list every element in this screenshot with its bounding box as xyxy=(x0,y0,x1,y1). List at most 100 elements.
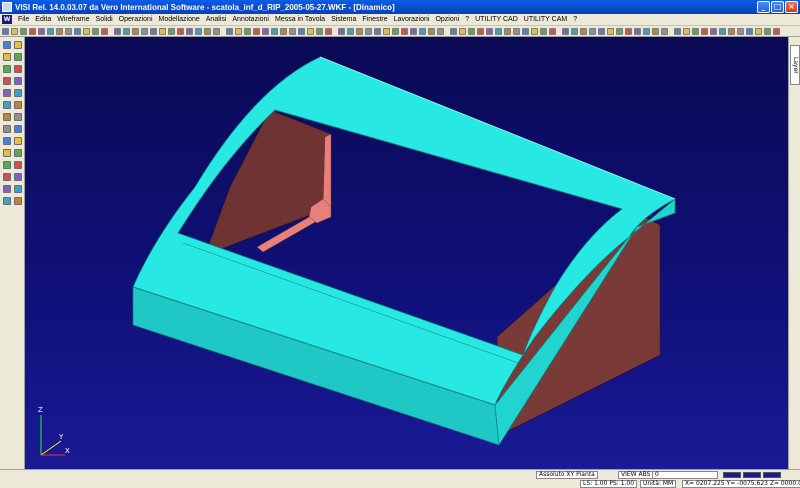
toolbar-tool-icon[interactable] xyxy=(522,27,529,35)
toolbar-tool-icon[interactable] xyxy=(56,27,63,35)
toolbar-tool-icon[interactable] xyxy=(764,27,771,35)
toolbar-tool-icon[interactable] xyxy=(450,27,457,35)
toolbar-tool-icon[interactable] xyxy=(325,27,332,35)
toolbar-tool-icon[interactable] xyxy=(280,27,287,35)
menu-sistema[interactable]: Sistema xyxy=(328,16,359,23)
status-layer[interactable]: 0 xyxy=(652,471,718,479)
side-tool-icon[interactable] xyxy=(3,77,11,85)
side-tool-icon[interactable] xyxy=(3,113,11,121)
toolbar-tool-icon[interactable] xyxy=(737,27,744,35)
toolbar-tool-icon[interactable] xyxy=(159,27,166,35)
toolbar-tool-icon[interactable] xyxy=(20,27,27,35)
side-tool-icon[interactable] xyxy=(3,125,11,133)
toolbar-tool-icon[interactable] xyxy=(150,27,157,35)
toolbar-tool-icon[interactable] xyxy=(495,27,502,35)
toolbar-tool-icon[interactable] xyxy=(625,27,632,35)
toolbar-tool-icon[interactable] xyxy=(468,27,475,35)
toolbar-tool-icon[interactable] xyxy=(719,27,726,35)
toolbar-tool-icon[interactable] xyxy=(504,27,511,35)
toolbar-tool-icon[interactable] xyxy=(374,27,381,35)
toolbar-tool-icon[interactable] xyxy=(428,27,435,35)
menu-wireframe[interactable]: Wireframe xyxy=(54,16,92,23)
side-tool-icon[interactable] xyxy=(14,65,22,73)
toolbar-tool-icon[interactable] xyxy=(186,27,193,35)
toolbar-tool-icon[interactable] xyxy=(589,27,596,35)
close-button[interactable]: × xyxy=(785,1,798,13)
toolbar-tool-icon[interactable] xyxy=(316,27,323,35)
toolbar-tool-icon[interactable] xyxy=(580,27,587,35)
side-tool-icon[interactable] xyxy=(14,101,22,109)
toolbar-tool-icon[interactable] xyxy=(47,27,54,35)
menu-annotazioni[interactable]: Annotazioni xyxy=(229,16,272,23)
side-tool-icon[interactable] xyxy=(14,41,22,49)
toolbar-tool-icon[interactable] xyxy=(244,27,251,35)
toolbar-tool-icon[interactable] xyxy=(38,27,45,35)
status-color-3[interactable] xyxy=(763,472,781,478)
toolbar-tool-icon[interactable] xyxy=(141,27,148,35)
menu-help[interactable]: ? xyxy=(462,16,472,23)
toolbar-tool-icon[interactable] xyxy=(701,27,708,35)
menu-utility-cam[interactable]: UTILITY CAM xyxy=(521,16,570,23)
toolbar-tool-icon[interactable] xyxy=(74,27,81,35)
toolbar-tool-icon[interactable] xyxy=(477,27,484,35)
side-tool-icon[interactable] xyxy=(3,185,11,193)
toolbar-tool-icon[interactable] xyxy=(347,27,354,35)
toolbar-tool-icon[interactable] xyxy=(683,27,690,35)
toolbar-tool-icon[interactable] xyxy=(195,27,202,35)
menu-operazioni[interactable]: Operazioni xyxy=(116,16,156,23)
menu-opzioni[interactable]: Opzioni xyxy=(432,16,462,23)
side-tool-icon[interactable] xyxy=(14,137,22,145)
toolbar-tool-icon[interactable] xyxy=(307,27,314,35)
toolbar-tool-icon[interactable] xyxy=(513,27,520,35)
side-tool-icon[interactable] xyxy=(3,197,11,205)
toolbar-tool-icon[interactable] xyxy=(755,27,762,35)
toolbar-tool-icon[interactable] xyxy=(65,27,72,35)
side-tool-icon[interactable] xyxy=(14,89,22,97)
toolbar-tool-icon[interactable] xyxy=(459,27,466,35)
maximize-button[interactable]: □ xyxy=(771,1,784,13)
side-tool-icon[interactable] xyxy=(3,89,11,97)
side-tool-icon[interactable] xyxy=(14,161,22,169)
toolbar-tool-icon[interactable] xyxy=(540,27,547,35)
side-tool-icon[interactable] xyxy=(3,149,11,157)
toolbar-tool-icon[interactable] xyxy=(607,27,614,35)
side-tool-icon[interactable] xyxy=(14,197,22,205)
toolbar-tool-icon[interactable] xyxy=(262,27,269,35)
side-tool-icon[interactable] xyxy=(14,185,22,193)
menu-solidi[interactable]: Solidi xyxy=(93,16,116,23)
toolbar-tool-icon[interactable] xyxy=(132,27,139,35)
side-tool-icon[interactable] xyxy=(3,65,11,73)
side-tool-icon[interactable] xyxy=(3,161,11,169)
layer-tab[interactable]: Layer xyxy=(790,45,800,85)
menu-lavorazioni[interactable]: Lavorazioni xyxy=(391,16,433,23)
toolbar-tool-icon[interactable] xyxy=(168,27,175,35)
menu-modellazione[interactable]: Modellazione xyxy=(156,16,203,23)
side-tool-icon[interactable] xyxy=(3,173,11,181)
toolbar-tool-icon[interactable] xyxy=(486,27,493,35)
toolbar-tool-icon[interactable] xyxy=(598,27,605,35)
menu-analisi[interactable]: Analisi xyxy=(203,16,230,23)
toolbar-tool-icon[interactable] xyxy=(652,27,659,35)
toolbar-tool-icon[interactable] xyxy=(661,27,668,35)
toolbar-tool-icon[interactable] xyxy=(29,27,36,35)
toolbar-tool-icon[interactable] xyxy=(401,27,408,35)
toolbar-tool-icon[interactable] xyxy=(213,27,220,35)
toolbar-tool-icon[interactable] xyxy=(674,27,681,35)
status-mode[interactable]: Assoluto XY Pianta xyxy=(536,471,598,479)
menu-finestre[interactable]: Finestre xyxy=(359,16,390,23)
status-view[interactable]: VIEW ABS xyxy=(618,471,654,479)
menu-question[interactable]: ? xyxy=(570,16,580,23)
toolbar-tool-icon[interactable] xyxy=(571,27,578,35)
toolbar-tool-icon[interactable] xyxy=(123,27,130,35)
side-tool-icon[interactable] xyxy=(14,77,22,85)
toolbar-tool-icon[interactable] xyxy=(11,27,18,35)
toolbar-tool-icon[interactable] xyxy=(392,27,399,35)
toolbar-tool-icon[interactable] xyxy=(549,27,556,35)
toolbar-tool-icon[interactable] xyxy=(562,27,569,35)
model-view[interactable]: Z Y X xyxy=(25,37,788,469)
toolbar-tool-icon[interactable] xyxy=(419,27,426,35)
status-color-2[interactable] xyxy=(743,472,761,478)
menu-file[interactable]: File xyxy=(15,16,32,23)
side-tool-icon[interactable] xyxy=(14,173,22,181)
toolbar-tool-icon[interactable] xyxy=(114,27,121,35)
